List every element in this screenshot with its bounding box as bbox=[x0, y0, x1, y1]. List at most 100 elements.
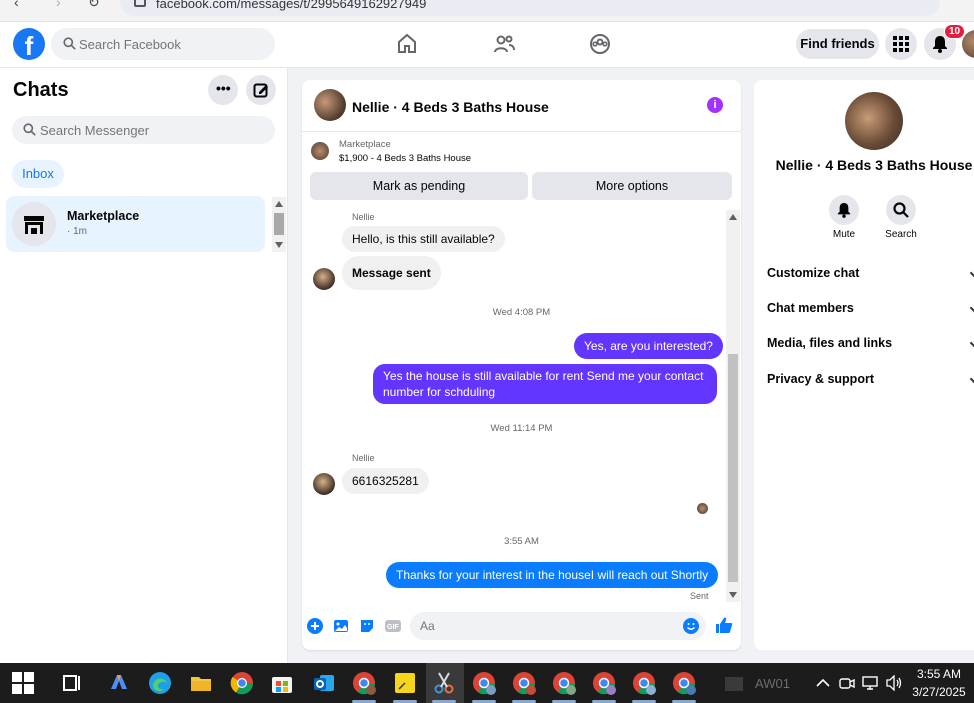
copilot-icon[interactable] bbox=[107, 671, 131, 695]
outgoing-message[interactable]: Yes, are you interested? bbox=[574, 333, 723, 359]
details-avatar[interactable] bbox=[845, 92, 903, 150]
scroll-down-icon[interactable] bbox=[729, 592, 737, 598]
plus-icon[interactable] bbox=[307, 618, 323, 634]
marketplace-listing[interactable]: Marketplace $1,900 - 4 Beds 3 Baths Hous… bbox=[302, 132, 741, 172]
chat-options-button[interactable]: ••• bbox=[208, 75, 238, 105]
edge-browser-icon[interactable] bbox=[148, 671, 172, 695]
clock-date[interactable]: 3/27/2025 bbox=[908, 685, 970, 699]
sticky-notes-icon[interactable] bbox=[393, 671, 417, 695]
scroll-down-icon[interactable] bbox=[275, 242, 283, 248]
mark-as-pending-button[interactable]: Mark as pending bbox=[310, 172, 528, 200]
message-line: number for schduling bbox=[383, 385, 496, 399]
outgoing-message[interactable]: Thanks for your interest in the houseI w… bbox=[386, 562, 719, 588]
message-input[interactable] bbox=[410, 612, 706, 640]
facebook-header: f Find friends 10 bbox=[0, 22, 974, 68]
listing-source: Marketplace bbox=[339, 139, 391, 150]
windows-start-icon[interactable] bbox=[12, 672, 34, 694]
incoming-message[interactable]: Hello, is this still available? bbox=[342, 226, 505, 252]
task-view-icon[interactable] bbox=[60, 671, 84, 695]
more-options-button[interactable]: More options bbox=[532, 172, 732, 200]
chrome-profile-icon[interactable] bbox=[472, 671, 496, 695]
facebook-search-input[interactable] bbox=[79, 28, 269, 60]
chats-sidebar: Chats ••• Inbox Marketplace · 1m bbox=[0, 68, 288, 663]
meet-now-icon[interactable] bbox=[839, 675, 855, 691]
customize-chat-row[interactable]: Customize chat bbox=[767, 266, 974, 280]
timestamp-separator: Wed 4:08 PM bbox=[492, 307, 551, 318]
search-label: Search bbox=[885, 229, 917, 240]
gif-icon[interactable]: GIF bbox=[385, 618, 401, 634]
chrome-profile-icon[interactable] bbox=[352, 671, 376, 695]
clock-time[interactable]: 3:55 AM bbox=[908, 667, 970, 681]
reload-icon[interactable]: ↻ bbox=[88, 0, 100, 11]
row-label: Privacy & support bbox=[767, 372, 874, 386]
site-info-icon[interactable] bbox=[134, 0, 146, 7]
conversation-scrollbar[interactable] bbox=[726, 210, 740, 602]
forward-icon[interactable]: › bbox=[56, 0, 61, 10]
photo-icon[interactable] bbox=[333, 618, 349, 634]
scrollbar-thumb[interactable] bbox=[274, 213, 284, 235]
friends-icon[interactable] bbox=[492, 32, 516, 56]
incoming-message[interactable]: 6616325281 bbox=[342, 468, 429, 494]
new-message-button[interactable] bbox=[246, 75, 276, 105]
svg-text:GIF: GIF bbox=[387, 624, 399, 631]
groups-icon[interactable] bbox=[588, 32, 612, 56]
media-files-links-row[interactable]: Media, files and links bbox=[767, 336, 974, 350]
chevron-down-icon bbox=[969, 338, 974, 348]
home-icon[interactable] bbox=[395, 32, 419, 56]
chrome-profile-icon[interactable] bbox=[592, 671, 616, 695]
microsoft-store-icon[interactable] bbox=[270, 671, 294, 695]
bell-icon bbox=[933, 36, 947, 53]
chats-title: Chats bbox=[13, 79, 69, 101]
chat-members-row[interactable]: Chat members bbox=[767, 301, 974, 315]
conversation-title[interactable]: Nellie · 4 Beds 3 Baths House bbox=[352, 99, 549, 115]
address-bar[interactable]: facebook.com/messages/t/2995649162927949 bbox=[120, 0, 940, 16]
network-icon[interactable] bbox=[862, 675, 880, 691]
chat-list-scrollbar[interactable] bbox=[272, 197, 286, 252]
messenger-search[interactable] bbox=[12, 116, 275, 144]
menu-button[interactable] bbox=[885, 28, 917, 60]
outlook-icon[interactable] bbox=[312, 671, 336, 695]
chrome-profile-icon[interactable] bbox=[512, 671, 536, 695]
app-icon[interactable] bbox=[722, 671, 746, 695]
info-icon[interactable]: i bbox=[707, 97, 723, 113]
outgoing-message[interactable]: Yes the house is still available for ren… bbox=[373, 364, 717, 404]
search-conversation-button[interactable] bbox=[886, 195, 916, 225]
marketplace-avatar bbox=[12, 202, 56, 246]
row-label: Media, files and links bbox=[767, 336, 893, 350]
facebook-logo-icon[interactable]: f bbox=[13, 28, 45, 60]
sender-avatar[interactable] bbox=[313, 473, 335, 495]
message-sender: Nellie bbox=[352, 212, 375, 222]
chrome-icon[interactable] bbox=[230, 671, 254, 695]
mute-button[interactable] bbox=[829, 195, 859, 225]
scroll-up-icon[interactable] bbox=[729, 214, 737, 220]
contact-avatar[interactable] bbox=[314, 89, 346, 121]
taskbar-app-label[interactable]: AW01 bbox=[755, 676, 790, 691]
conversation-details: Nellie · 4 Beds 3 Baths House Mute Searc… bbox=[754, 80, 974, 650]
chrome-profile-icon[interactable] bbox=[552, 671, 576, 695]
emoji-icon[interactable] bbox=[683, 618, 699, 634]
more-dots-icon: ••• bbox=[216, 80, 231, 96]
find-friends-button[interactable]: Find friends bbox=[796, 29, 879, 59]
messenger-search-input[interactable] bbox=[40, 116, 270, 144]
facebook-search[interactable] bbox=[51, 28, 275, 60]
back-icon[interactable]: ‹ bbox=[14, 0, 19, 10]
compose-icon bbox=[253, 83, 268, 98]
sender-avatar[interactable] bbox=[313, 268, 335, 290]
url-text: facebook.com/messages/t/2995649162927949 bbox=[156, 0, 427, 11]
row-label: Customize chat bbox=[767, 266, 860, 280]
details-name: Nellie · 4 Beds 3 Baths House bbox=[775, 157, 973, 173]
chrome-profile-icon[interactable] bbox=[672, 671, 696, 695]
scroll-up-icon[interactable] bbox=[275, 201, 283, 207]
sticker-icon[interactable] bbox=[359, 618, 375, 634]
volume-icon[interactable] bbox=[886, 675, 904, 691]
chrome-profile-icon[interactable] bbox=[632, 671, 656, 695]
chevron-up-icon[interactable] bbox=[815, 675, 831, 691]
conversation-list-item[interactable]: Marketplace · 1m bbox=[6, 196, 265, 252]
incoming-message[interactable]: Message sent bbox=[342, 256, 441, 290]
scrollbar-thumb[interactable] bbox=[728, 354, 738, 582]
snipping-tool-icon[interactable] bbox=[432, 671, 456, 695]
like-icon[interactable] bbox=[715, 616, 733, 634]
file-explorer-icon[interactable] bbox=[189, 671, 213, 695]
inbox-tab[interactable]: Inbox bbox=[12, 160, 64, 188]
privacy-support-row[interactable]: Privacy & support bbox=[767, 372, 974, 386]
